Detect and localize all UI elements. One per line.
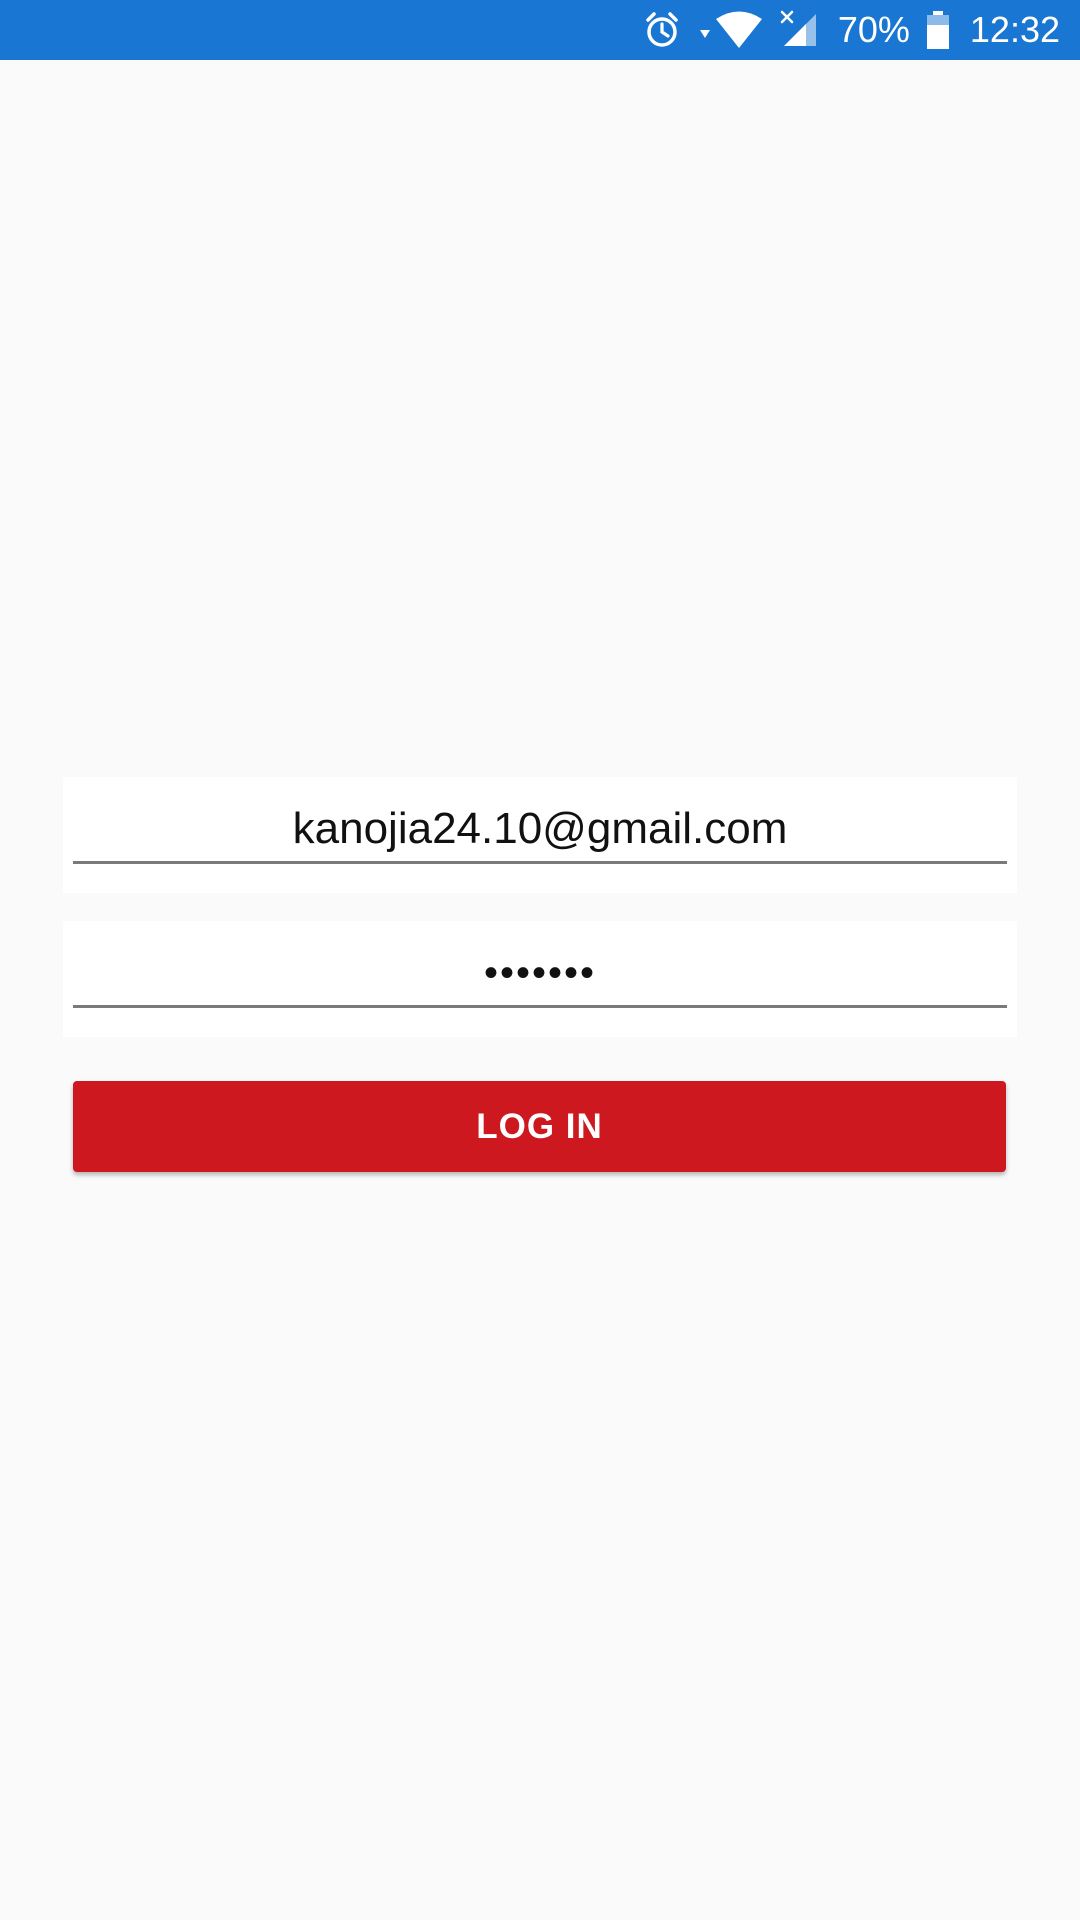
password-field[interactable]: •••••••: [73, 941, 1007, 1008]
login-button[interactable]: LOG IN: [73, 1081, 1006, 1172]
battery-percent: 70%: [837, 9, 910, 50]
alarm-icon: [642, 10, 682, 50]
clock-time: 12:32: [969, 9, 1060, 50]
battery-icon: [924, 10, 952, 50]
status-icons: 70% 12:32: [628, 0, 1060, 60]
email-field-card: [63, 777, 1017, 893]
wifi-icon: [696, 10, 766, 50]
login-form: •••••••: [63, 777, 1017, 1037]
email-field[interactable]: [73, 797, 1007, 864]
status-bar: 70% 12:32: [0, 0, 1080, 60]
cellular-signal-icon: [780, 10, 820, 50]
password-field-card: •••••••: [63, 921, 1017, 1037]
